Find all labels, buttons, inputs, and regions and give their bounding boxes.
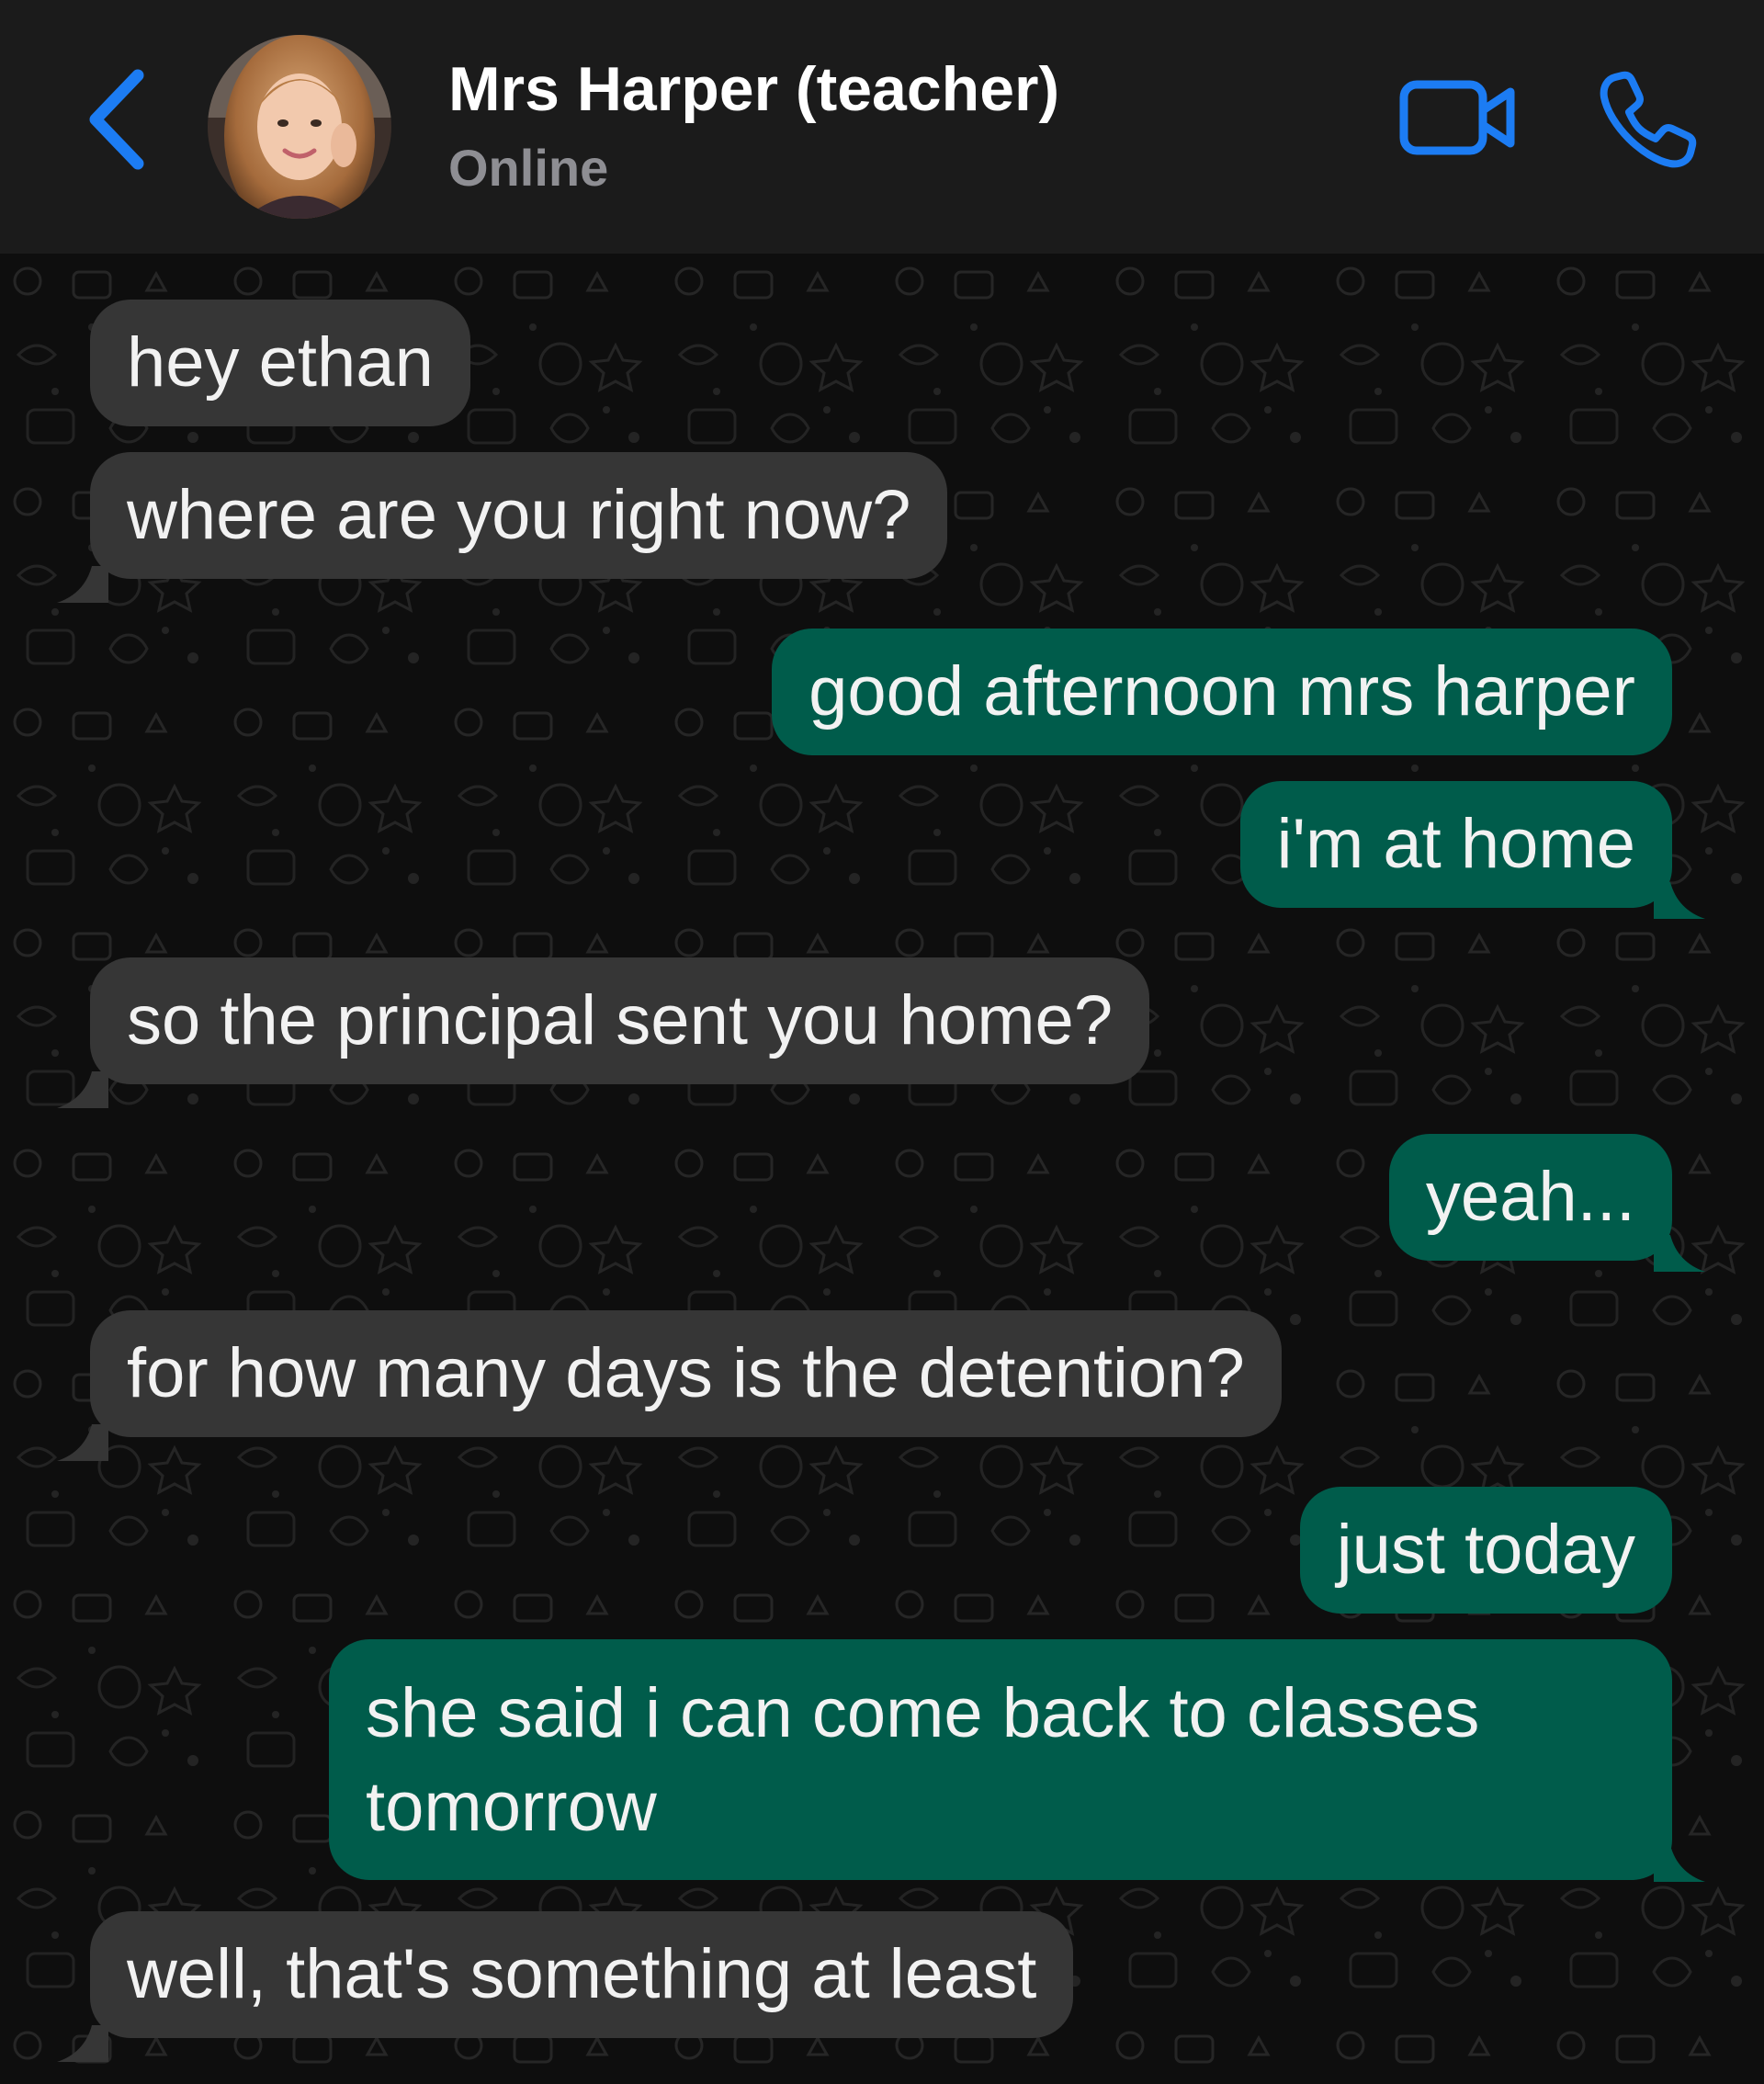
message-list[interactable]: hey ethan where are you right now? good … [0, 254, 1764, 2084]
bubble-tail [57, 1071, 108, 1108]
bubble-tail [57, 1424, 108, 1461]
back-button[interactable] [83, 64, 156, 175]
message-text: she said i can come back to classes tomo… [366, 1674, 1480, 1846]
contact-photo [208, 35, 391, 219]
voice-call-button[interactable] [1597, 68, 1700, 171]
bubble-tail [57, 566, 108, 603]
chat-header: Mrs Harper (teacher) Online [0, 0, 1764, 254]
chevron-left-icon [89, 69, 144, 170]
message-text: just today [1336, 1511, 1635, 1589]
message-bubble-outgoing[interactable]: i'm at home [1239, 781, 1672, 908]
phone-icon [1600, 71, 1697, 168]
message-bubble-incoming[interactable]: for how many days is the detention? [90, 1310, 1282, 1437]
message-text: i'm at home [1276, 805, 1635, 883]
message-text: well, that's something at least [127, 1935, 1037, 2013]
message-text: hey ethan [127, 323, 434, 402]
video-call-button[interactable] [1398, 72, 1518, 164]
message-bubble-outgoing[interactable]: yeah... [1388, 1134, 1672, 1261]
message-bubble-incoming[interactable]: hey ethan [90, 300, 470, 426]
message-bubble-outgoing[interactable]: she said i can come back to classes tomo… [329, 1639, 1672, 1880]
message-bubble-incoming[interactable]: well, that's something at least [90, 1911, 1074, 2038]
message-text: where are you right now? [127, 476, 911, 554]
video-camera-icon [1399, 80, 1515, 155]
contact-name[interactable]: Mrs Harper (teacher) [448, 53, 1059, 125]
bubble-tail [57, 2025, 108, 2062]
chat-screen: Mrs Harper (teacher) Online hey ethan wh… [0, 0, 1764, 2084]
contact-status: Online [448, 139, 609, 197]
message-bubble-incoming[interactable]: where are you right now? [90, 452, 948, 579]
bubble-tail [1654, 882, 1705, 919]
bubble-tail [1654, 1235, 1705, 1272]
message-bubble-outgoing[interactable]: good afternoon mrs harper [772, 629, 1672, 755]
message-text: good afternoon mrs harper [808, 652, 1635, 731]
message-bubble-incoming[interactable]: so the principal sent you home? [90, 957, 1150, 1084]
message-text: yeah... [1425, 1158, 1635, 1236]
message-text: so the principal sent you home? [127, 981, 1114, 1059]
message-text: for how many days is the detention? [127, 1334, 1245, 1412]
message-bubble-outgoing[interactable]: just today [1299, 1487, 1672, 1614]
avatar[interactable] [208, 35, 391, 219]
bubble-tail [1654, 1845, 1705, 1882]
